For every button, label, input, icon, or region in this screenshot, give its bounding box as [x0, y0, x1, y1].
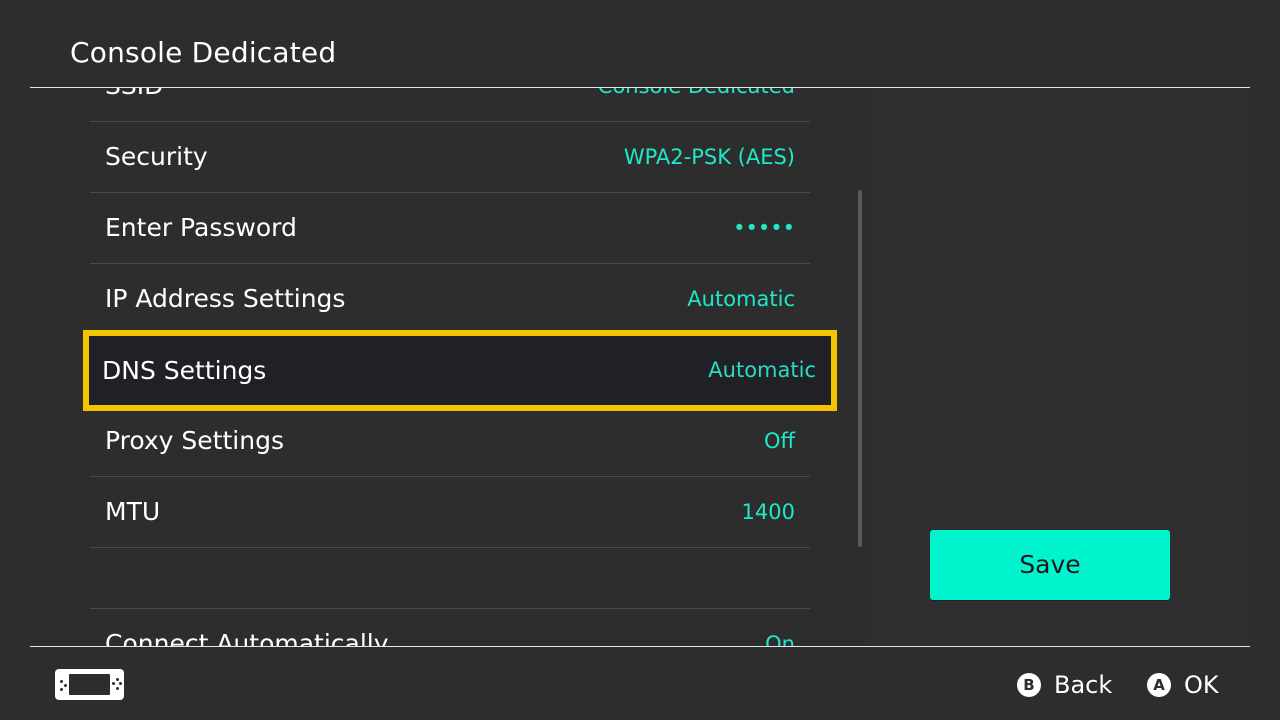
list-spacer — [90, 548, 810, 609]
b-button-icon: B — [1017, 673, 1041, 697]
setting-label: SSID — [105, 88, 163, 121]
setting-value: Off — [764, 429, 795, 453]
setting-row-connect-automatically[interactable]: Connect Automatically On — [90, 609, 810, 646]
setting-label: DNS Settings — [102, 356, 267, 385]
setting-row-security[interactable]: Security WPA2-PSK (AES) — [90, 122, 810, 193]
setting-value: WPA2-PSK (AES) — [623, 145, 795, 169]
setting-value: 1400 — [741, 500, 795, 524]
ok-label: OK — [1184, 671, 1219, 699]
setting-label: MTU — [105, 497, 161, 526]
setting-value: On — [765, 632, 795, 646]
setting-label: Connect Automatically — [105, 629, 389, 646]
setting-row-proxy[interactable]: Proxy Settings Off — [90, 406, 810, 477]
setting-row-mtu[interactable]: MTU 1400 — [90, 477, 810, 548]
back-hint[interactable]: B Back — [1017, 668, 1112, 702]
setting-value: Automatic — [687, 287, 795, 311]
handheld-console-icon — [55, 669, 124, 700]
settings-list[interactable]: SSID Console Dedicated Security WPA2-PSK… — [0, 88, 870, 646]
setting-label: Enter Password — [105, 213, 297, 242]
setting-label: IP Address Settings — [105, 284, 346, 313]
setting-value: Console Dedicated — [598, 88, 795, 121]
page-title: Console Dedicated — [70, 36, 337, 69]
setting-row-password[interactable]: Enter Password ••••• — [90, 193, 810, 264]
save-button[interactable]: Save — [930, 530, 1170, 600]
setting-value: Automatic — [708, 358, 816, 382]
setting-value: ••••• — [733, 216, 795, 240]
setting-row-dns[interactable]: DNS Settings Automatic — [83, 330, 837, 411]
setting-label: Security — [105, 142, 208, 171]
a-button-icon: A — [1147, 673, 1171, 697]
back-label: Back — [1054, 671, 1113, 699]
footer-divider — [30, 646, 1250, 647]
setting-row-ssid[interactable]: SSID Console Dedicated — [90, 88, 810, 122]
setting-label: Proxy Settings — [105, 426, 284, 455]
ok-hint[interactable]: A OK — [1147, 668, 1219, 702]
list-scrollbar[interactable] — [858, 190, 862, 547]
setting-row-ip-address[interactable]: IP Address Settings Automatic — [90, 264, 810, 335]
